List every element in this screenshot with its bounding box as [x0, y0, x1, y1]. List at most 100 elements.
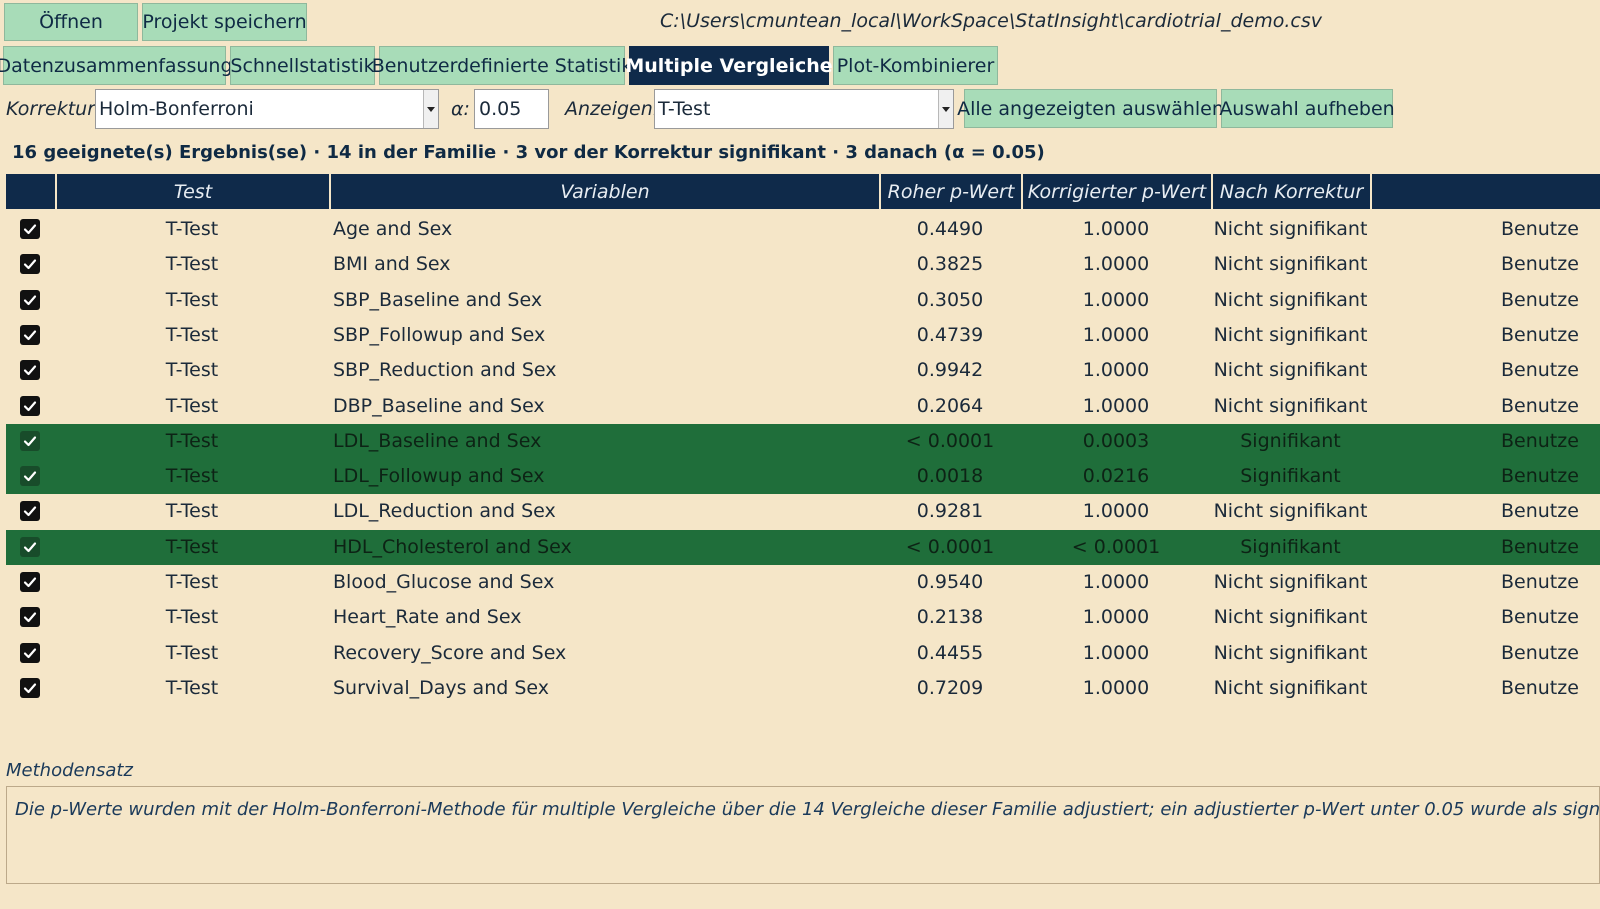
correction-value: Holm-Bonferroni: [99, 98, 254, 120]
method-text[interactable]: Die p-Werte wurden mit der Holm-Bonferro…: [6, 786, 1600, 884]
cell-adjusted-p: 1.0000: [1082, 288, 1150, 311]
table-row[interactable]: T-Test LDL_Baseline and Sex < 0.0001 0.0003…: [6, 423, 1600, 459]
cell-source: Benutze: [1501, 465, 1579, 488]
row-checkbox[interactable]: [20, 501, 40, 522]
cell-adjusted-p: 1.0000: [1082, 394, 1150, 417]
cell-test: T-Test: [165, 676, 219, 699]
cell-variables: LDL_Baseline and Sex: [333, 429, 542, 452]
cell-adjusted-p: 1.0000: [1082, 253, 1150, 276]
cell-raw-p: 0.2138: [916, 606, 984, 629]
row-checkbox[interactable]: [20, 360, 40, 381]
table-row[interactable]: T-Test SBP_Baseline and Sex 0.3050 1.0000 Ni…: [6, 283, 1600, 318]
cell-variables: SBP_Baseline and Sex: [333, 288, 543, 311]
row-checkbox[interactable]: [20, 466, 40, 487]
table-row[interactable]: T-Test SBP_Followup and Sex 0.4739 1.0000 Ni…: [6, 318, 1600, 353]
header-adjusted-p[interactable]: Korrigierter p-Wert: [1021, 174, 1211, 209]
alpha-input[interactable]: 0.05: [474, 89, 549, 129]
cell-raw-p: 0.4455: [916, 641, 984, 664]
header-test[interactable]: Test: [55, 174, 329, 209]
tab-quick-stats[interactable]: Schnellstatistik: [230, 46, 375, 85]
row-checkbox[interactable]: [20, 395, 40, 416]
chevron-down-icon[interactable]: [938, 90, 953, 128]
cell-raw-p: < 0.0001: [905, 535, 995, 558]
select-all-shown-button[interactable]: Alle angezeigten auswählen: [957, 89, 1224, 128]
cell-raw-p: 0.4739: [916, 323, 984, 346]
row-checkbox[interactable]: [20, 289, 40, 310]
checkmark-icon: [23, 506, 37, 517]
header-variables[interactable]: Variablen: [329, 174, 879, 209]
cell-source: Benutze: [1501, 394, 1579, 417]
cell-variables: SBP_Reduction and Sex: [333, 359, 557, 382]
header-raw-p[interactable]: Roher p-Wert: [879, 174, 1021, 209]
show-test-dropdown[interactable]: T-Test: [654, 89, 954, 129]
cell-status: Signifikant: [1240, 535, 1341, 558]
cell-adjusted-p: 1.0000: [1082, 359, 1150, 382]
cell-adjusted-p: 0.0216: [1082, 465, 1150, 488]
header-select[interactable]: [6, 174, 55, 209]
chevron-down-icon[interactable]: [423, 90, 438, 128]
cell-test: T-Test: [165, 641, 219, 664]
table-row[interactable]: T-Test LDL_Followup and Sex 0.0018 0.0216 Si…: [6, 459, 1600, 495]
open-button[interactable]: Öffnen: [4, 3, 138, 41]
cell-source: Benutze: [1501, 571, 1579, 593]
table-row[interactable]: T-Test Heart_Rate and Sex 0.2138 1.0000 Nich…: [6, 600, 1600, 635]
cell-status: Nicht signifikant: [1213, 253, 1368, 276]
cell-variables: HDL_Cholesterol and Sex: [333, 535, 572, 558]
row-checkbox[interactable]: [20, 254, 40, 275]
row-checkbox[interactable]: [20, 572, 40, 592]
checkmark-icon: [23, 612, 37, 623]
table-row[interactable]: T-Test DBP_Baseline and Sex 0.2064 1.0000 Ni…: [6, 389, 1600, 424]
checkmark-icon: [23, 542, 37, 552]
table-row[interactable]: T-Test Age and Sex 0.4490 1.0000 Nicht signi…: [6, 212, 1600, 247]
cell-status: Nicht signifikant: [1213, 323, 1368, 346]
row-checkbox[interactable]: [20, 324, 40, 345]
row-checkbox[interactable]: [20, 536, 40, 557]
table-row[interactable]: T-Test Recovery_Score and Sex 0.4455 1.0000…: [6, 636, 1600, 671]
cell-raw-p: 0.3825: [916, 253, 984, 276]
checkmark-icon: [23, 471, 37, 482]
cell-test: T-Test: [165, 429, 219, 452]
cell-raw-p: 0.9942: [916, 359, 984, 382]
checkmark-icon: [23, 330, 37, 340]
table-row[interactable]: T-Test Blood_Glucose and Sex 0.9540 1.0000 N…: [6, 565, 1600, 600]
checkmark-icon: [23, 647, 37, 658]
cell-variables: Recovery_Score and Sex: [333, 641, 567, 664]
cell-status: Signifikant: [1240, 465, 1341, 488]
row-checkbox[interactable]: [20, 607, 40, 628]
tab-multiple-comparisons[interactable]: Multiple Vergleiche: [625, 46, 833, 85]
cell-source: Benutze: [1501, 288, 1579, 311]
table-row[interactable]: T-Test Survival_Days and Sex 0.7209 1.0000 N…: [6, 671, 1600, 706]
cell-status: Nicht signifikant: [1213, 571, 1368, 593]
tab-plot-combiner[interactable]: Plot-Kombinierer: [833, 46, 998, 85]
cell-variables: BMI and Sex: [333, 253, 451, 276]
cell-adjusted-p: 1.0000: [1082, 676, 1150, 699]
correction-dropdown[interactable]: Holm-Bonferroni: [95, 89, 439, 129]
cell-adjusted-p: < 0.0001: [1071, 535, 1161, 558]
cell-variables: DBP_Baseline and Sex: [333, 394, 545, 417]
cell-variables: LDL_Followup and Sex: [333, 465, 545, 488]
table-row[interactable]: T-Test BMI and Sex 0.3825 1.0000 Nicht signi…: [6, 247, 1600, 282]
row-checkbox[interactable]: [20, 642, 40, 663]
header-after-correction[interactable]: Nach Korrektur: [1211, 174, 1370, 209]
cell-source: Benutze: [1501, 359, 1579, 382]
table-row[interactable]: T-Test HDL_Cholesterol and Sex < 0.0001 < 0…: [6, 529, 1600, 565]
cell-status: Nicht signifikant: [1213, 641, 1368, 664]
clear-selection-button[interactable]: Auswahl aufheben: [1219, 89, 1395, 128]
tab-data-summary[interactable]: Datenzusammenfassung: [0, 46, 233, 85]
table-row[interactable]: T-Test SBP_Reduction and Sex 0.9942 1.0000 N…: [6, 353, 1600, 388]
save-project-button[interactable]: Projekt speichern: [142, 3, 307, 41]
cell-status: Signifikant: [1240, 429, 1341, 452]
table-row[interactable]: T-Test LDL_Reduction and Sex 0.9281 1.0000 N…: [6, 494, 1600, 529]
cell-source: Benutze: [1501, 429, 1579, 452]
tab-custom-stats[interactable]: Benutzerdefinierte Statistik: [372, 46, 632, 85]
cell-adjusted-p: 1.0000: [1082, 571, 1150, 593]
row-checkbox[interactable]: [20, 430, 40, 451]
show-test-value: T-Test: [658, 98, 711, 120]
cell-variables: Age and Sex: [333, 218, 453, 240]
row-checkbox[interactable]: [20, 677, 40, 698]
cell-raw-p: 0.0018: [916, 465, 984, 488]
header-extra[interactable]: [1370, 174, 1600, 209]
row-checkbox[interactable]: [20, 219, 40, 239]
cell-status: Nicht signifikant: [1213, 359, 1368, 382]
cell-test: T-Test: [165, 465, 219, 488]
